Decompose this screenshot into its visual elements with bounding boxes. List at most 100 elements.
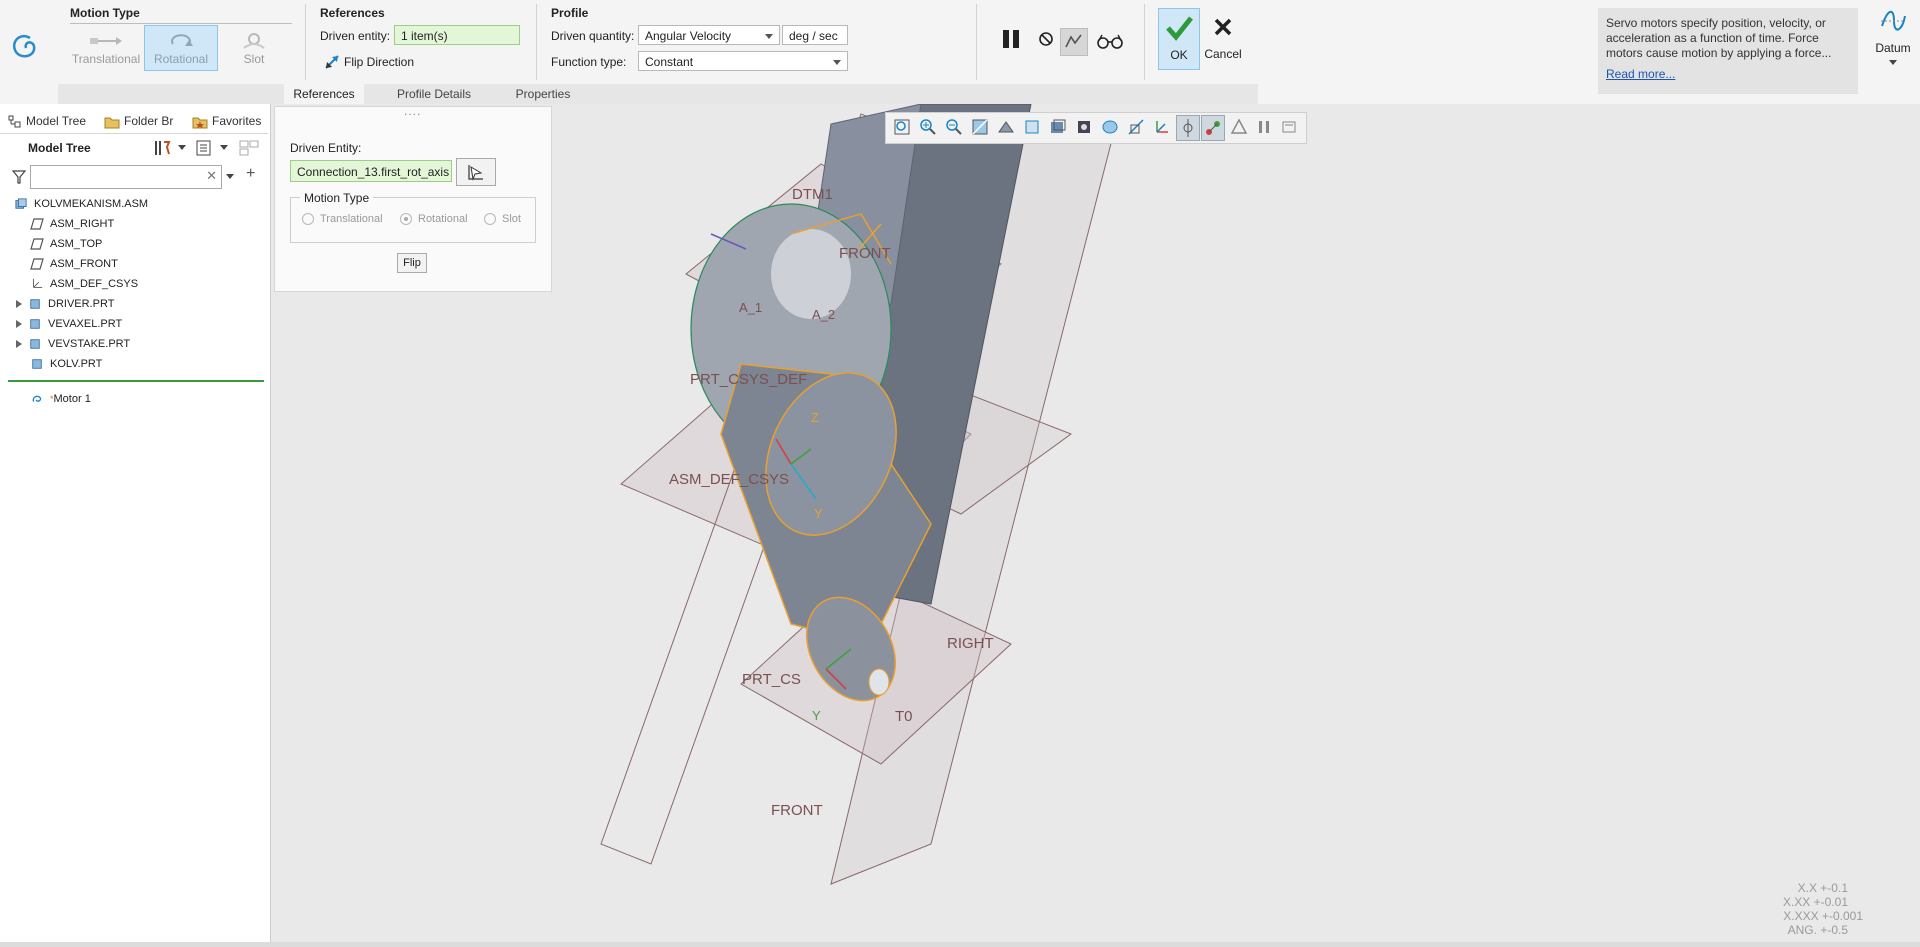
flip-button[interactable]: Flip xyxy=(397,253,427,273)
glasses-icon[interactable] xyxy=(1096,30,1124,52)
function-type-dropdown[interactable]: Constant xyxy=(638,51,848,71)
tree-item[interactable]: ASM_RIGHT xyxy=(30,214,114,234)
motion-preview-icon xyxy=(1065,34,1082,48)
expand-icon[interactable] xyxy=(16,320,22,329)
select-arrow-icon xyxy=(468,165,483,181)
cancel-button[interactable]: Cancel xyxy=(1200,8,1246,68)
view-manager-icon[interactable] xyxy=(1100,117,1120,137)
check-icon xyxy=(1166,16,1193,41)
preview-toggle-button[interactable] xyxy=(1060,28,1088,56)
tab-references[interactable]: References xyxy=(284,84,364,104)
tree-item[interactable]: ASM_DEF_CSYS xyxy=(30,274,138,294)
chevron-down-icon[interactable] xyxy=(226,174,234,180)
datum-planes-display-icon[interactable] xyxy=(1126,117,1146,137)
tree-item-label: ASM_DEF_CSYS xyxy=(50,278,139,290)
pause-icon[interactable] xyxy=(1000,28,1022,50)
translational-label: Translational xyxy=(71,52,141,66)
select-entity-button[interactable] xyxy=(456,158,496,186)
driven-entity-collector[interactable]: 1 item(s) xyxy=(394,25,520,45)
ref-driven-entity-collector[interactable]: Connection_13.first_rot_axis xyxy=(290,160,452,182)
tree-item[interactable]: KOLVMEKANISM.ASM xyxy=(14,194,148,214)
tree-item[interactable]: VEVAXEL.PRT xyxy=(16,314,122,334)
tree-item[interactable]: KOLV.PRT xyxy=(30,354,102,374)
flip-direction-label: Flip Direction xyxy=(344,55,415,69)
pin-hole xyxy=(868,668,890,696)
perspective-icon[interactable] xyxy=(1074,117,1094,137)
rotational-label: Rotational xyxy=(153,52,209,66)
tab-model-tree[interactable]: Model Tree xyxy=(8,110,94,132)
translational-button[interactable]: Translational xyxy=(70,26,142,70)
label-z: Z xyxy=(811,410,819,425)
separator xyxy=(1144,4,1145,80)
driven-quantity-dropdown[interactable]: Angular Velocity xyxy=(638,25,780,45)
radio-rotational[interactable]: Rotational xyxy=(400,213,468,226)
read-more-link[interactable]: Read more... xyxy=(1606,67,1675,81)
chevron-down-icon[interactable] xyxy=(220,145,228,151)
spin-center-toggle[interactable] xyxy=(1176,115,1200,141)
show-icon[interactable] xyxy=(194,138,214,158)
add-icon[interactable]: + xyxy=(246,165,255,183)
tree-item[interactable]: ASM_TOP xyxy=(30,234,102,254)
help-text: Servo motors specify position, velocity,… xyxy=(1606,16,1832,60)
csys-icon xyxy=(33,278,43,288)
status-bar xyxy=(0,942,1920,947)
rotational-button[interactable]: Rotational xyxy=(144,25,218,71)
tree-item-label: KOLV.PRT xyxy=(50,358,103,370)
filter-icon[interactable] xyxy=(12,170,26,184)
ref-motion-type-title: Motion Type xyxy=(300,191,374,205)
folder-icon xyxy=(104,117,120,129)
saved-views-icon[interactable] xyxy=(1022,117,1042,137)
datum-button[interactable]: Datum xyxy=(1868,4,1918,94)
zoom-in-icon[interactable] xyxy=(918,117,938,137)
search-input[interactable]: ✕ xyxy=(30,165,222,189)
tree-item[interactable]: ASM_FRONT xyxy=(30,254,118,274)
tree-item[interactable]: DRIVER.PRT xyxy=(16,294,114,314)
datum-icon xyxy=(1881,10,1906,31)
tab-profile-details[interactable]: Profile Details xyxy=(378,84,490,104)
chevron-down-icon[interactable] xyxy=(178,145,186,151)
pause-animation-icon[interactable] xyxy=(1254,117,1274,137)
tree-item[interactable]: VEVSTAKE.PRT xyxy=(16,334,130,354)
help-box: Servo motors specify position, velocity,… xyxy=(1598,8,1858,94)
radio-slot[interactable]: Slot xyxy=(484,213,521,226)
tab-model-tree-label: Model Tree xyxy=(26,114,87,128)
annotation-display-icon[interactable] xyxy=(1229,117,1249,137)
tab-properties[interactable]: Properties xyxy=(498,84,588,104)
radio-translational[interactable]: Translational xyxy=(302,213,383,226)
dashboard-tabstrip xyxy=(58,84,1258,104)
label-y-upper: Y xyxy=(814,506,823,521)
columns-icon[interactable] xyxy=(238,138,260,158)
function-type-label: Function type: xyxy=(551,55,627,69)
references-title: References xyxy=(320,6,385,20)
model-tree-title: Model Tree xyxy=(28,141,91,155)
expand-icon[interactable] xyxy=(16,340,22,349)
unit-field[interactable]: deg / sec xyxy=(782,25,848,45)
tree-item-motor[interactable]: *Motor 1 xyxy=(30,389,91,409)
tab-favorites[interactable]: Favorites xyxy=(192,110,268,132)
csys-display-icon[interactable] xyxy=(1152,117,1172,137)
driven-quantity-value: Angular Velocity xyxy=(645,29,732,43)
refit-icon[interactable] xyxy=(892,117,912,137)
reorient-icon[interactable] xyxy=(996,117,1016,137)
expand-icon[interactable] xyxy=(16,300,22,309)
tab-divider xyxy=(0,133,268,134)
label-front-bottom: FRONT xyxy=(771,802,823,819)
ok-button[interactable]: OK xyxy=(1158,8,1200,70)
more-tools-icon[interactable] xyxy=(1279,117,1299,137)
settings-icon[interactable] xyxy=(152,138,172,158)
drag-handle[interactable]: .... xyxy=(404,104,421,118)
repaint-icon[interactable] xyxy=(970,117,990,137)
slot-button[interactable]: Slot xyxy=(218,26,290,70)
radio-circle-selected xyxy=(400,213,412,226)
zoom-out-icon[interactable] xyxy=(944,117,964,137)
connection-display-toggle[interactable] xyxy=(1201,115,1225,141)
cancel-label: Cancel xyxy=(1204,47,1242,61)
tab-folder-browser[interactable]: Folder Br xyxy=(104,110,184,132)
part-icon xyxy=(30,299,40,309)
clear-icon[interactable]: ✕ xyxy=(206,168,217,184)
slot-icon xyxy=(243,33,265,49)
label-y-lower: Y xyxy=(812,708,821,723)
profile-title: Profile xyxy=(551,6,589,20)
no-entry-icon[interactable] xyxy=(1037,30,1055,48)
display-style-icon[interactable] xyxy=(1048,117,1068,137)
